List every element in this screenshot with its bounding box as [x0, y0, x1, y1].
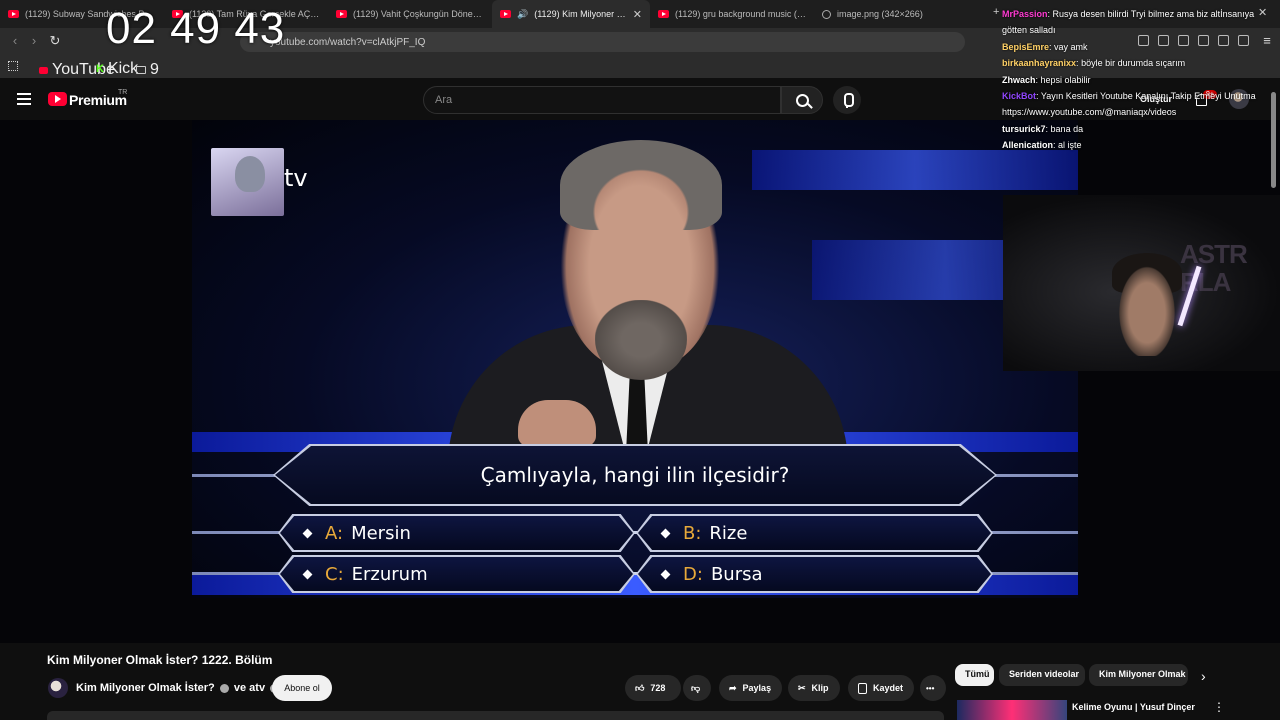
chat-username[interactable]: Zhwach	[1002, 75, 1036, 85]
description-box[interactable]	[47, 711, 944, 720]
globe-icon	[822, 9, 831, 19]
clip-button[interactable]: ✂ Klip	[788, 675, 840, 701]
streamer-face	[1115, 260, 1179, 356]
screen: (1129) Subway Sandwiches POV: W (1129) T…	[0, 0, 1280, 720]
chat-username[interactable]: BepisEmre	[1002, 42, 1049, 52]
video-title: Kim Milyoner Olmak İster? 1222. Bölüm	[47, 653, 273, 667]
recommended-more-icon[interactable]: ⋮	[1213, 700, 1225, 714]
chat-message: Allenication: al işte	[1002, 137, 1280, 153]
chat-text: hepsi olabilir	[1040, 74, 1091, 85]
diamond-icon	[660, 569, 671, 579]
forward-icon[interactable]: ›	[24, 33, 44, 48]
speaker-icon: 🔊	[517, 8, 529, 19]
share-button[interactable]: ➦ Paylaş	[719, 675, 782, 701]
youtube-icon	[658, 10, 669, 18]
search-input[interactable]: Ara	[423, 86, 781, 114]
dislike-button[interactable]: 👎︎	[683, 675, 711, 701]
search-button[interactable]	[781, 86, 823, 114]
diamond-icon	[302, 569, 313, 579]
pigeon-logo-icon	[211, 148, 284, 216]
chat-text: al işte	[1058, 140, 1082, 151]
chat-message: götten salladı	[1002, 22, 1280, 38]
question-text: Çamlıyayla, hangi ilin ilçesidir?	[275, 446, 995, 504]
bookmark-folder[interactable]: 9	[136, 61, 159, 79]
folder-icon	[136, 66, 146, 74]
url-text: youtube.com/watch?v=clAtkjPF_IQ	[270, 36, 426, 48]
recommended-thumbnail[interactable]	[957, 700, 1067, 720]
thumbs-down-icon: 👎︎	[691, 682, 701, 693]
browser-tab-active[interactable]: 🔊(1129) Kim Milyoner Olmak İster✕	[492, 0, 650, 28]
channel-name[interactable]: Kim Milyoner Olmak İster? ve atv	[76, 682, 281, 694]
save-button[interactable]: Kaydet	[848, 675, 914, 701]
chat-username[interactable]: tursurick7	[1002, 124, 1046, 134]
bookmark-kick[interactable]: K Kick	[96, 60, 138, 78]
chat-username[interactable]: MrPassion	[1002, 9, 1048, 19]
host-hair	[560, 140, 722, 230]
chat-text: bana da	[1050, 123, 1084, 134]
chat-text: vay amk	[1054, 41, 1088, 52]
close-tab-icon[interactable]: ✕	[633, 8, 642, 21]
back-icon[interactable]: ‹	[5, 33, 25, 48]
stream-chat: MrPassion: Rusya desen bilirdi Tryi bilm…	[1002, 6, 1280, 154]
chat-text: böyle bir durumda sıçarım	[1081, 58, 1186, 69]
chat-text: Yayın Kesitleri Youtube Kanalını Takip E…	[1040, 91, 1256, 102]
recommended-title[interactable]: Kelime Oyunu | Yusuf Dinçer	[1072, 702, 1195, 712]
youtube-icon	[8, 10, 19, 18]
youtube-icon	[39, 66, 48, 74]
verified-icon	[219, 683, 229, 693]
chat-message: https://www.youtube.com/@maniaqx/videos	[1002, 104, 1280, 120]
thumbs-up-icon: 👍︎	[635, 682, 645, 693]
answer-d: D: Bursa	[638, 557, 991, 591]
diamond-icon	[660, 528, 671, 538]
scissors-icon: ✂	[798, 682, 806, 693]
region-code: TR	[118, 89, 128, 96]
chevron-right-icon[interactable]: ›	[1201, 668, 1206, 684]
kick-icon: K	[96, 63, 104, 75]
browser-tab[interactable]: image.png (342×266)	[814, 0, 978, 28]
chat-text: götten salladı	[1002, 25, 1056, 36]
page-scrollbar[interactable]	[1271, 92, 1276, 188]
answer-c: C: Erzurum	[280, 557, 633, 591]
new-tab-icon[interactable]: +	[993, 6, 999, 18]
chat-message: KickBot: Yayın Kesitleri Youtube Kanalın…	[1002, 88, 1280, 104]
overlay-timer: 02 49 43	[106, 4, 286, 53]
youtube-logo-icon[interactable]	[48, 92, 67, 106]
subscribe-button[interactable]: Abone ol	[272, 675, 332, 701]
share-icon: ➦	[729, 682, 737, 693]
bookmark-icon	[858, 682, 867, 694]
youtube-icon	[336, 10, 347, 18]
diamond-icon	[302, 528, 313, 538]
chip-all[interactable]: Tümü	[955, 664, 994, 686]
chat-text: Rusya desen bilirdi Tryi bilmez ama biz …	[1052, 9, 1255, 19]
voice-search-icon[interactable]	[833, 86, 861, 114]
chat-username[interactable]: Allenication	[1002, 140, 1053, 150]
chat-text: https://www.youtube.com/@maniaqx/videos	[1002, 107, 1177, 118]
browser-tab[interactable]: (1129) gru background music (1 hour	[650, 0, 814, 28]
chip-channel[interactable]: Kim Milyoner Olmak İ	[1089, 664, 1188, 686]
answer-a: A: Mersin	[280, 516, 633, 550]
stage-light	[752, 150, 1078, 190]
apps-icon[interactable]	[8, 61, 18, 71]
chat-username[interactable]: KickBot	[1002, 91, 1036, 101]
chat-message: tursurick7: bana da	[1002, 121, 1280, 137]
browser-tab[interactable]: (1129) Vahit Çoşkungün Dönence Mi	[328, 0, 492, 28]
channel-avatar[interactable]	[48, 678, 68, 698]
answer-b: B: Rize	[638, 516, 991, 550]
more-actions-button[interactable]: •••	[920, 675, 946, 701]
chat-username[interactable]: birkaanhayranixx	[1002, 58, 1076, 68]
youtube-icon	[500, 10, 511, 18]
like-button[interactable]: 👍︎ 728	[625, 675, 681, 701]
reload-icon[interactable]: ↻	[45, 33, 65, 49]
host-beard	[595, 300, 687, 380]
chip-series[interactable]: Seriden videolar	[999, 664, 1085, 686]
chat-message: BepisEmre: vay amk	[1002, 39, 1280, 55]
hamburger-menu-icon[interactable]	[17, 93, 31, 105]
chat-message: birkaanhayranixx: böyle bir durumda sıça…	[1002, 55, 1280, 71]
host-hand	[518, 400, 596, 446]
address-bar[interactable]: youtube.com/watch?v=clAtkjPF_IQ	[240, 32, 965, 52]
channel-logo-text: tv	[284, 164, 308, 192]
chat-message: Zhwach: hepsi olabilir	[1002, 72, 1280, 88]
chat-message: MrPassion: Rusya desen bilirdi Tryi bilm…	[1002, 6, 1280, 22]
